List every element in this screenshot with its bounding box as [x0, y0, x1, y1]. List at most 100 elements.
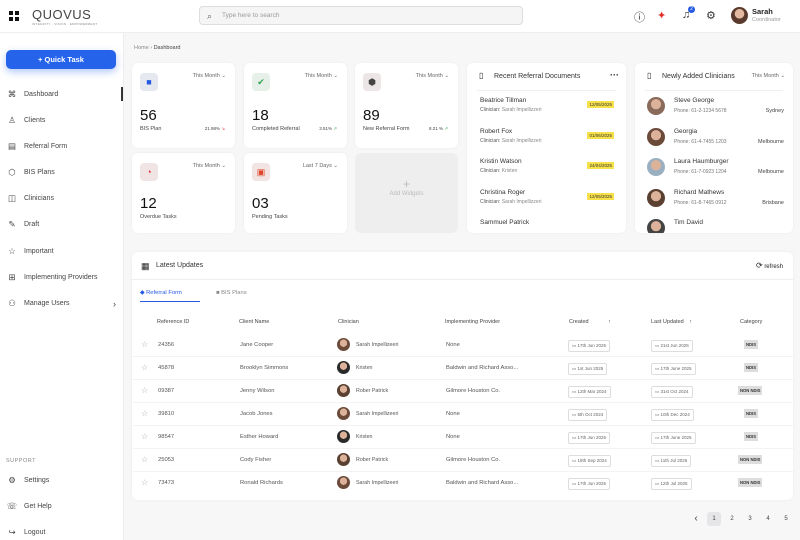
star-icon[interactable]: ☆ [141, 478, 148, 487]
sparkle-icon[interactable]: ✦ [657, 9, 666, 22]
change-pct: 3.51% [319, 126, 332, 131]
clinician-item[interactable]: Laura Haumburger Phone: 61-7-0923 1204 Mel… [635, 158, 793, 183]
stat-icon: ▣ [252, 163, 270, 181]
column-label: Clinician [338, 319, 359, 325]
stat-card: ⬢ This Month ⌄ 89 New Referral Form 8.21… [355, 63, 458, 148]
column-label: Last Updated [651, 319, 684, 325]
column-header[interactable]: Last Updated ↑ [651, 319, 692, 325]
period-dropdown[interactable]: This Month ⌄ [305, 73, 338, 79]
star-icon[interactable]: ☆ [141, 432, 148, 441]
refresh-button[interactable]: ⟳ refresh [756, 261, 783, 270]
table-row[interactable]: ☆ 45878 Brooklyn Simmons Kristen Baldwin… [133, 357, 793, 380]
period-dropdown[interactable]: Last 7 Days ⌄ [303, 163, 338, 169]
category-badge: NON NDIS [738, 455, 763, 464]
provider-name: None [446, 434, 460, 440]
date-text: 17th Jun 2025 [577, 435, 607, 440]
table-row[interactable]: ☆ 98547 Esther Howard Kristen None ▭ 17t… [133, 426, 793, 449]
calendar-icon: ▭ [572, 458, 577, 463]
calendar-icon: ▭ [655, 343, 660, 348]
support-item[interactable]: ↪ Logout [6, 527, 116, 538]
nav-label: Referral Form [24, 143, 68, 150]
sidebar-item[interactable]: ⬡ BIS Plans [6, 167, 116, 178]
sidebar-item[interactable]: ▤ Referral Form [6, 141, 116, 152]
apps-grid-icon[interactable] [9, 11, 19, 21]
star-icon[interactable]: ☆ [141, 386, 148, 395]
period-dropdown[interactable]: This Month ⌄ [416, 73, 449, 79]
calendar-icon: ▭ [572, 435, 577, 440]
table-row[interactable]: ☆ 73473 Ronald Richards Sarah Impellizee… [133, 472, 793, 495]
prev-page-button[interactable]: ‹ [689, 512, 703, 526]
panel-title: Latest Updates [156, 262, 204, 269]
page-button[interactable]: 4 [761, 512, 775, 526]
calendar-icon: ▭ [655, 435, 660, 440]
tab-bis-plans[interactable]: ■ BIS Plans [216, 290, 247, 296]
support-item[interactable]: ☏ Get Help [6, 501, 116, 512]
period-dropdown[interactable]: This Month ⌄ [752, 73, 785, 79]
clinician-name: Laura Haumburger [674, 158, 729, 165]
user-avatar[interactable] [731, 7, 748, 24]
period-label: This Month [192, 73, 220, 79]
table-row[interactable]: ☆ 25053 Cody Fisher Rober Patrick Gilmor… [133, 449, 793, 472]
calendar-icon: ▭ [655, 412, 660, 417]
page-button[interactable]: 2 [725, 512, 739, 526]
sidebar-item[interactable]: ✎ Draft [6, 219, 116, 230]
star-icon[interactable]: ☆ [141, 455, 148, 464]
sidebar-item[interactable]: ⚇ Manage Users › [6, 298, 116, 309]
page-button[interactable]: 5 [779, 512, 793, 526]
sidebar-item[interactable]: ⌘ Dashboard [6, 89, 116, 100]
nav-label: Draft [24, 221, 40, 228]
updated-date: ▭ 10th Dec 2024 [651, 409, 694, 421]
clinician-item[interactable]: Richard Mathews Phone: 61-8-7465 0912 Bris… [635, 188, 793, 214]
table-row[interactable]: ☆ 24356 Jane Cooper Sarah Impellizeeri N… [133, 334, 793, 357]
tab-referral-form[interactable]: ◆ Referral Form [140, 290, 200, 302]
clinician-item[interactable]: Tim David [635, 219, 793, 233]
search-input[interactable]: ⌕ Type here to search [199, 6, 523, 25]
clinician-name: Sarah Impellizzeri [501, 198, 542, 205]
page-button[interactable]: 3 [743, 512, 757, 526]
gear-icon[interactable]: ⚙ [706, 9, 716, 22]
clinician-name: Rober Patrick [356, 457, 389, 463]
updated-date: ▭ 11th Jul 2025 [651, 455, 692, 467]
stat-card: ■ This Month ⌄ 56 BIS Plan 21.98% ↘ [132, 63, 235, 148]
referral-item[interactable]: Robert Fox Clinician: Sarah Impellizzeri 0… [480, 128, 626, 153]
period-dropdown[interactable]: This Month ⌄ [193, 73, 226, 79]
sidebar-item[interactable]: ⊞ Implementing Providers [6, 272, 116, 283]
referral-date: 12/05/2025 [587, 192, 614, 200]
sidebar-item[interactable]: ◫ Clinicians [6, 193, 116, 204]
sidebar-item[interactable]: ♙ Clients [6, 115, 116, 126]
created-date: ▭ 17th Jun 2025 [568, 432, 611, 444]
folder-icon: ■ [216, 290, 220, 296]
help-icon[interactable]: ⓘ [634, 9, 645, 25]
star-icon[interactable]: ☆ [141, 409, 148, 418]
period-dropdown[interactable]: This Month ⌄ [193, 163, 226, 169]
referral-item[interactable]: Christina Roger Clinician: Sarah Impelliz… [480, 189, 626, 214]
period-label: This Month [304, 73, 332, 79]
nav-icon: ◫ [7, 193, 17, 203]
breadcrumb-home[interactable]: Home [134, 45, 149, 51]
tab-label: Referral Form [146, 290, 182, 296]
provider-name: None [446, 342, 460, 348]
referral-item[interactable]: Kristin Watson Clinician: Kristen 24/04/20… [480, 158, 626, 183]
clinician-item[interactable]: Georgia Phone: 61-4-7455 1203 Melbourne [635, 127, 793, 153]
table-row[interactable]: ☆ 09387 Jenny Wilson Rober Patrick Gilmo… [133, 380, 793, 403]
add-widgets-button[interactable]: + Add Widgets [355, 153, 458, 233]
page-button[interactable]: 1 [707, 512, 721, 526]
support-item[interactable]: ⚙ Settings [6, 475, 116, 486]
referral-item[interactable]: Sammuel Patrick [480, 219, 626, 233]
star-icon[interactable]: ☆ [141, 340, 148, 349]
table-row[interactable]: ☆ 39810 Jacob Jones Sarah Impellizeeri N… [133, 403, 793, 426]
star-icon[interactable]: ☆ [141, 363, 148, 372]
referral-item[interactable]: Beatrice Tillman Clinician: Sarah Impelli… [480, 97, 626, 122]
stat-card: ✔ This Month ⌄ 18 Completed Referral 3.5… [244, 63, 347, 148]
stat-label: New Referral Form [363, 126, 410, 132]
sidebar-item[interactable]: ☆ Important [6, 246, 116, 257]
sort-arrow-icon[interactable]: ↑ [608, 319, 611, 325]
more-icon[interactable]: ··· [610, 70, 619, 80]
provider-name: Gilmore Houston Co. [446, 457, 501, 463]
period-label: Last 7 Days [302, 163, 332, 169]
quick-task-button[interactable]: + Quick Task [6, 50, 116, 69]
column-header[interactable]: Created ↑ [569, 319, 611, 325]
sort-arrow-icon[interactable]: ↑ [689, 319, 692, 325]
clinician-item[interactable]: Steve George Phone: 61-2-1234 5678 Sydney [635, 97, 793, 122]
provider-name: Gilmore Houston Co. [446, 388, 501, 394]
